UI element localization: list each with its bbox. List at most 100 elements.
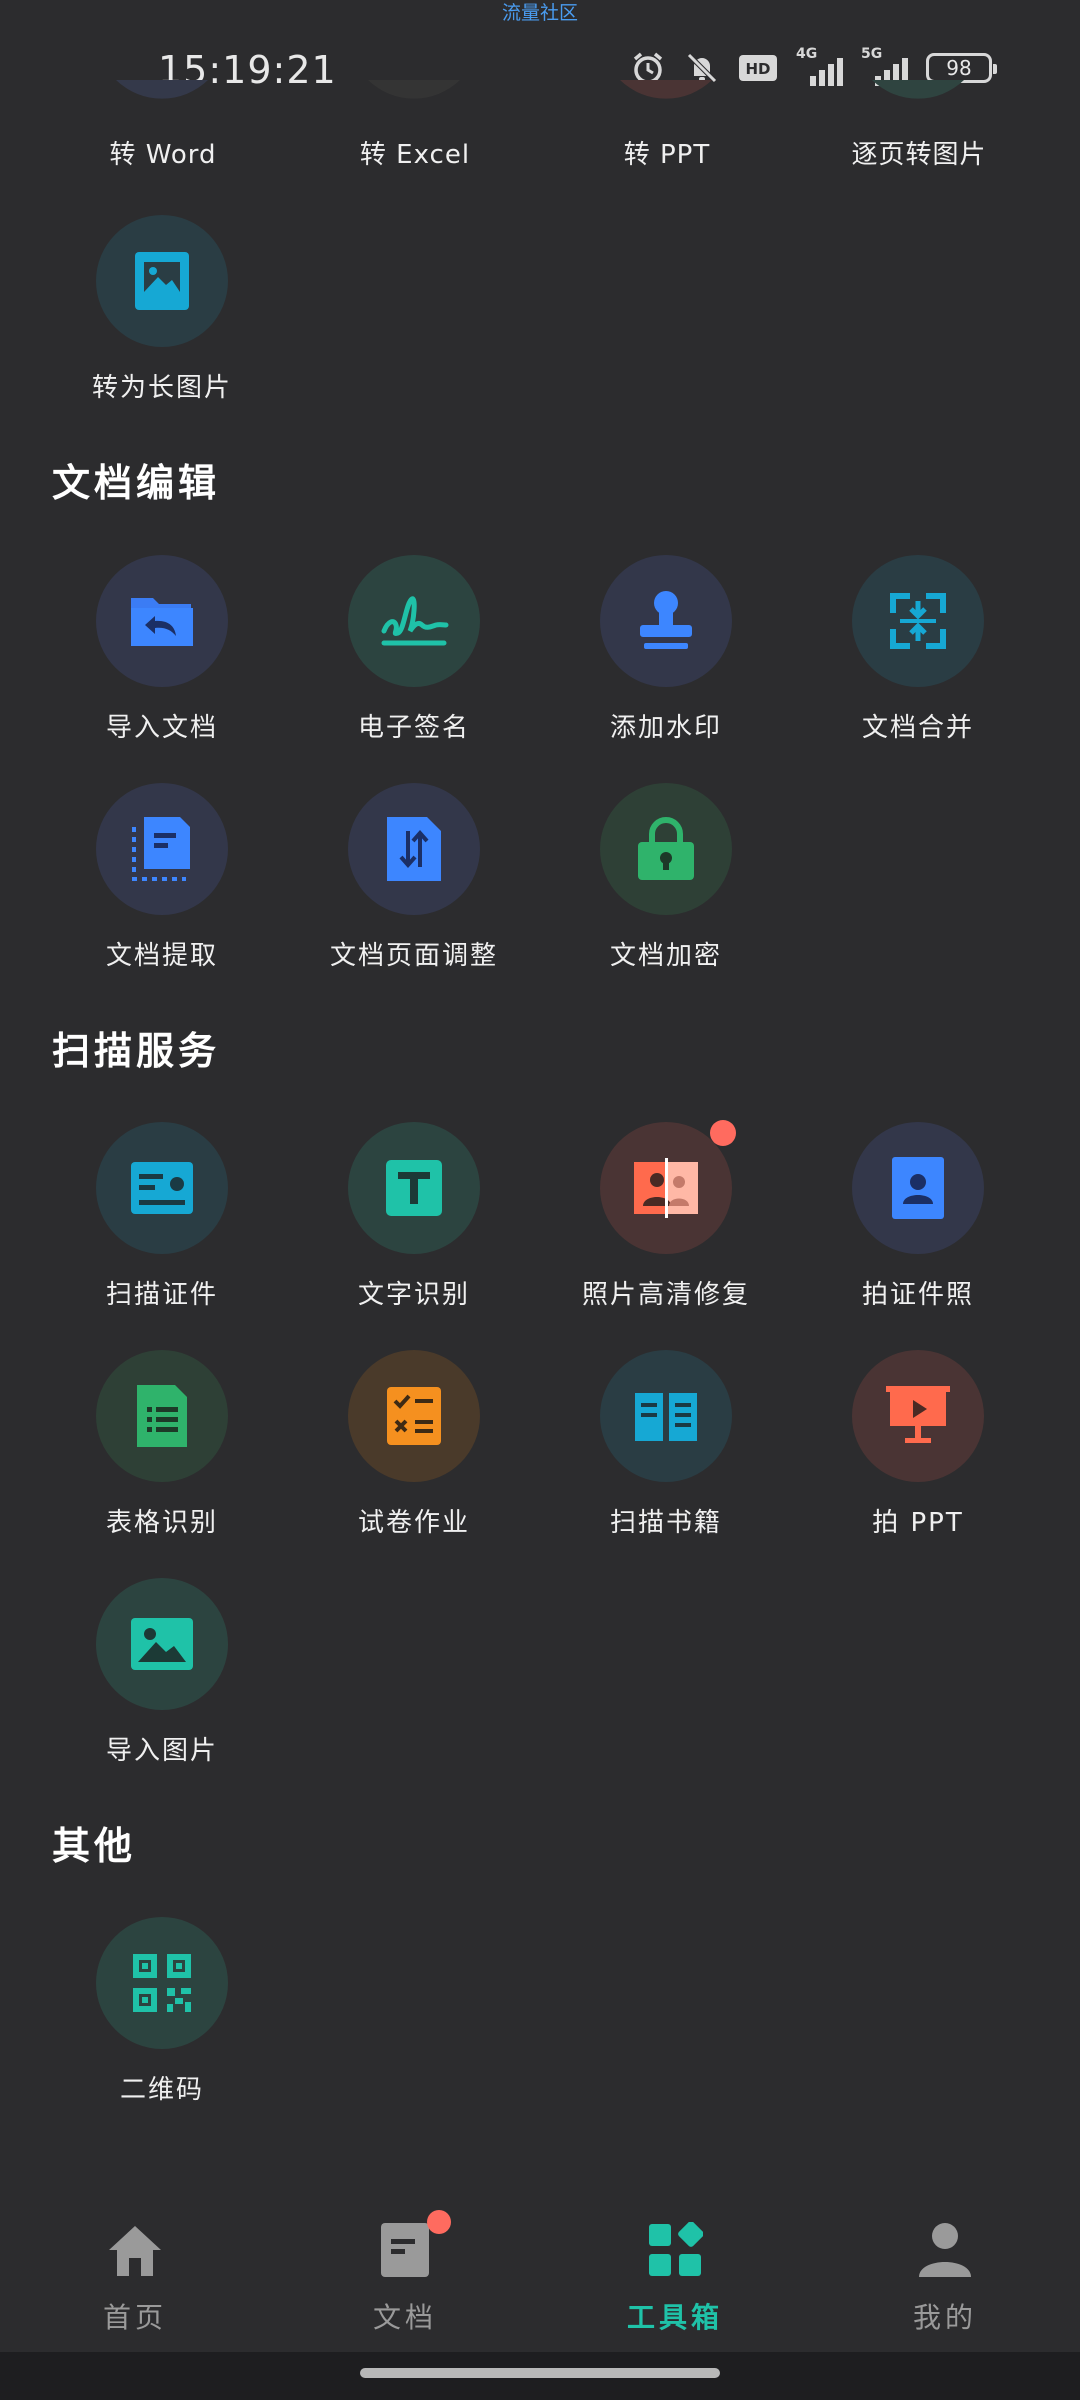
tool-circle (852, 555, 984, 687)
tool-watermark[interactable]: 添加水印 (541, 555, 791, 744)
exam-icon (387, 1387, 441, 1445)
tool-label: 文档加密 (609, 941, 722, 971)
tool-circle (96, 555, 228, 687)
tool-circle (852, 1350, 984, 1482)
document-icon (381, 2223, 429, 2277)
tool-circle (600, 1120, 736, 1254)
tool-circle (348, 1350, 480, 1482)
tool-to-word[interactable]: 转 Word (38, 134, 288, 171)
tool-label: 文档合并 (861, 713, 974, 743)
tool-exam[interactable]: 试卷作业 (289, 1350, 539, 1539)
nav-label: 我的 (912, 2301, 977, 2334)
signal-4g: 4G (796, 46, 843, 86)
tool-label: 照片高清修复 (581, 1280, 750, 1310)
svg-text:HD: HD (745, 60, 770, 78)
section-title-edit: 文档编辑 (52, 461, 221, 505)
nav-profile[interactable]: 我的 (845, 2218, 1045, 2336)
tool-to-excel[interactable]: 转 Excel (290, 134, 540, 171)
tool-page-to-image[interactable]: 逐页转图片 (794, 134, 1044, 171)
nav-icon-wrap (845, 2218, 1045, 2282)
tool-long-image[interactable]: 转为长图片 (37, 215, 287, 404)
battery-indicator: 98 (926, 53, 997, 83)
nav-icon-wrap (35, 2218, 235, 2282)
network-type-2: 5G (861, 46, 883, 62)
profile-icon (919, 2223, 971, 2277)
tool-label: 扫描证件 (105, 1280, 218, 1310)
tool-label: 拍 PPT (872, 1508, 964, 1538)
tool-table-recognition[interactable]: 表格识别 (37, 1350, 287, 1539)
tool-encrypt[interactable]: 文档加密 (541, 783, 791, 972)
lock-icon (638, 817, 694, 880)
notification-badge (710, 1120, 736, 1146)
ppt-icon (620, 80, 712, 99)
tool-scan-book[interactable]: 扫描书籍 (541, 1350, 791, 1539)
tool-label: 表格识别 (105, 1508, 218, 1538)
tool-circle (852, 1122, 984, 1254)
section-title-scan: 扫描服务 (52, 1029, 221, 1073)
nav-toolbox[interactable]: 工具箱 (575, 2218, 775, 2336)
long-image-icon (135, 252, 189, 310)
excel-icon (368, 80, 460, 99)
nav-label: 工具箱 (626, 2301, 723, 2334)
qr-code-icon (133, 1954, 191, 2012)
tool-label: 电子签名 (357, 713, 470, 743)
tool-import-document[interactable]: 导入文档 (37, 555, 287, 744)
tool-circle (600, 783, 732, 915)
toolbox-screen: 流量社区 15:19:21 HD 4G 5G 98 转 Word 转 Excel… (0, 0, 1080, 2400)
tool-label: 文档页面调整 (329, 941, 498, 971)
signature-icon (381, 596, 449, 646)
tool-circle (96, 1917, 228, 2049)
id-photo-icon (892, 1157, 944, 1219)
image-icon (131, 1618, 193, 1670)
tool-label: 文字识别 (357, 1280, 470, 1310)
nav-home[interactable]: 首页 (35, 2218, 235, 2336)
tool-scan-id[interactable]: 扫描证件 (37, 1122, 287, 1311)
home-indicator[interactable] (360, 2368, 720, 2378)
nav-label: 文档 (372, 2301, 437, 2334)
carrier-label: 流量社区 (501, 2, 578, 24)
nav-documents[interactable]: 文档 (305, 2210, 505, 2336)
tool-circle (600, 1350, 732, 1482)
toolbox-icon (649, 2222, 703, 2276)
extract-icon (132, 817, 190, 881)
tool-page-adjust[interactable]: 文档页面调整 (289, 783, 539, 972)
tool-circle (96, 1122, 228, 1254)
nav-icon-wrap (305, 2210, 505, 2282)
tool-circle (96, 1350, 228, 1482)
tool-text-recognition[interactable]: 文字识别 (289, 1122, 539, 1311)
text-recognition-icon (386, 1160, 442, 1216)
tool-label: 文档提取 (105, 941, 218, 971)
page-adjust-icon (387, 817, 441, 881)
merge-icon (890, 593, 946, 649)
tool-ppt-capture[interactable]: 拍 PPT (793, 1350, 1043, 1539)
tool-import-image[interactable]: 导入图片 (37, 1578, 287, 1767)
presentation-icon (886, 1386, 950, 1443)
tool-label: 拍证件照 (861, 1280, 974, 1310)
home-icon (109, 2226, 161, 2276)
page-to-image-icon (872, 80, 964, 99)
tool-id-photo[interactable]: 拍证件照 (793, 1122, 1043, 1311)
tool-extract[interactable]: 文档提取 (37, 783, 287, 972)
nav-icon-wrap (575, 2218, 775, 2282)
tool-circle (96, 215, 228, 347)
tool-label: 二维码 (119, 2075, 204, 2105)
tool-qr-code[interactable]: 二维码 (37, 1917, 287, 2106)
tool-to-ppt[interactable]: 转 PPT (542, 134, 792, 171)
photo-restore-icon (634, 1158, 698, 1218)
tool-merge[interactable]: 文档合并 (793, 555, 1043, 744)
notification-badge (427, 2210, 451, 2234)
id-card-icon (131, 1162, 193, 1214)
book-icon (635, 1393, 697, 1441)
tool-circle (96, 783, 228, 915)
tool-photo-restore[interactable]: 照片高清修复 (541, 1120, 791, 1311)
tool-signature[interactable]: 电子签名 (289, 555, 539, 744)
word-icon (116, 80, 208, 99)
section-title-other: 其他 (52, 1824, 137, 1868)
tool-label: 导入图片 (105, 1736, 218, 1766)
tool-label: 添加水印 (609, 713, 722, 743)
tool-label: 扫描书籍 (609, 1508, 722, 1538)
tool-label: 导入文档 (105, 713, 218, 743)
tool-circle (348, 783, 480, 915)
stamp-icon (640, 591, 692, 649)
nav-label: 首页 (102, 2301, 167, 2334)
